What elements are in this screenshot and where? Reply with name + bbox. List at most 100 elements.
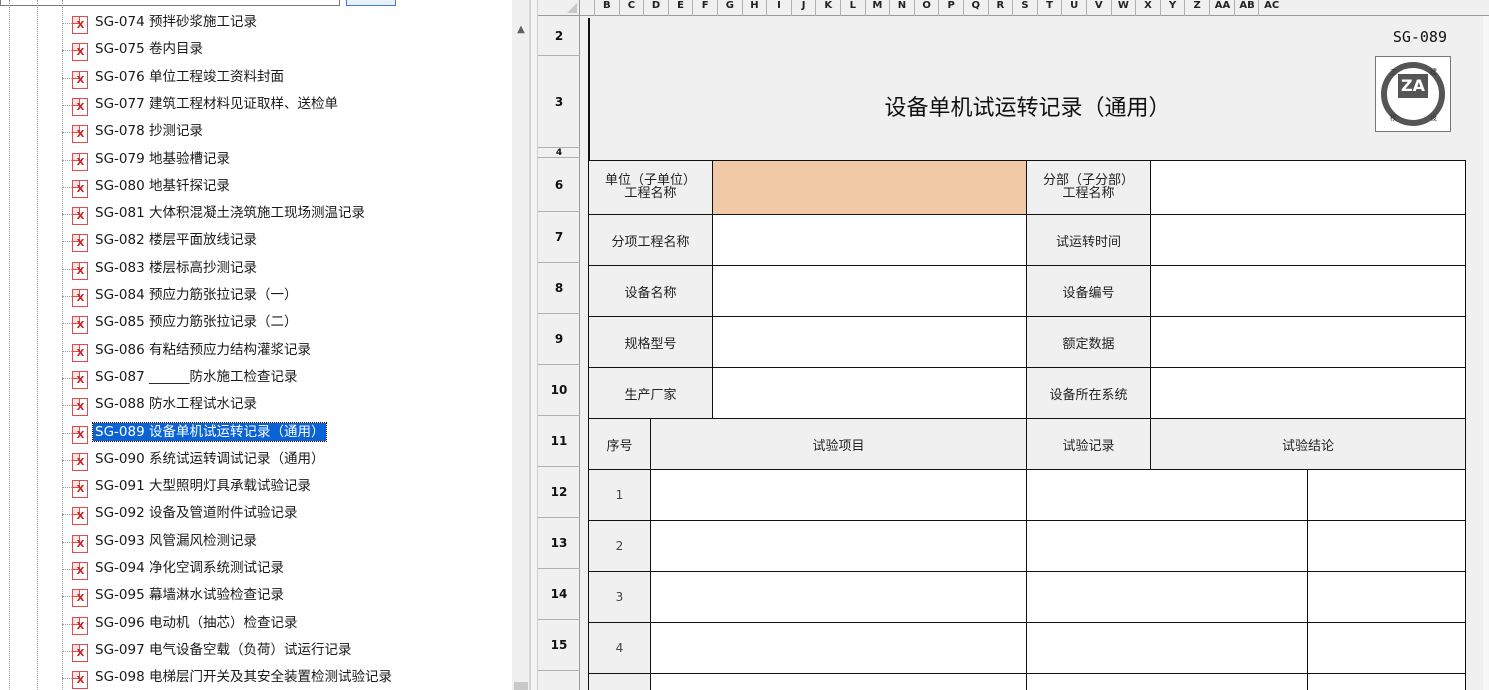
column-header-n[interactable]: N [889,0,914,16]
column-header-c[interactable]: C [618,0,644,16]
column-header-ab[interactable]: AB [1233,0,1260,16]
column-header-e[interactable]: E [667,0,693,16]
tree-item-sg-089[interactable]: X SG-089 设备单机试运转记录（通用） [62,420,512,447]
tree-item-sg-079[interactable]: X SG-079 地基验槽记录 [62,147,512,174]
column-header-z[interactable]: Z [1184,0,1209,16]
column-header-l[interactable]: L [840,0,865,16]
tree-item-sg-075[interactable]: X SG-075 卷内目录 [62,37,512,64]
tree-item-sg-076[interactable]: X SG-076 单位工程竣工资料封面 [62,65,512,92]
tree-item-sg-083[interactable]: X SG-083 楼层标高抄测记录 [62,256,512,283]
tree-item-sg-080[interactable]: X SG-080 地基钎探记录 [62,174,512,201]
tree-item-sg-095[interactable]: X SG-095 幕墙淋水试验检查记录 [62,583,512,610]
column-header-s[interactable]: S [1012,0,1037,16]
test-conclusion-cell[interactable] [1307,520,1466,572]
tree-item-sg-084[interactable]: X SG-084 预应力筋张拉记录（一） [62,283,512,310]
test-item-cell[interactable] [650,673,1027,690]
column-header-x[interactable]: X [1135,0,1160,16]
tree-item-sg-091[interactable]: X SG-091 大型照明灯具承载试验记录 [62,474,512,501]
column-header-r[interactable]: R [987,0,1013,16]
file-tree-pane[interactable]: X SG-074 预拌砂浆施工记录 X SG-075 卷内目录 X SG-076 单位工程… [0,0,530,690]
column-header-y[interactable]: Y [1159,0,1185,16]
row-header-15[interactable]: 15 [538,620,580,671]
test-item-cell[interactable] [650,469,1027,521]
tree-item-sg-094[interactable]: X SG-094 净化空调系统测试记录 [62,556,512,583]
tree-item-sg-082[interactable]: X SG-082 楼层平面放线记录 [62,228,512,255]
row-header-2[interactable]: 2 [538,16,580,56]
tree-scrollbar[interactable]: ▲ [512,0,529,690]
test-conclusion-cell[interactable] [1307,622,1466,674]
tree-item-sg-090[interactable]: X SG-090 系统试运转调试记录（通用） [62,447,512,474]
unit-name-cell[interactable] [712,160,1027,215]
row-header-7[interactable]: 7 [538,212,580,263]
tree-item-sg-074[interactable]: X SG-074 预拌砂浆施工记录 [62,10,512,37]
row-header-12[interactable]: 12 [538,467,580,518]
column-header-aa[interactable]: AA [1209,0,1235,16]
column-header-w[interactable]: W [1110,0,1136,16]
tree-item-sg-098[interactable]: X SG-098 电梯层门开关及其安全装置检测试验记录 [62,665,512,690]
scroll-up-arrow-icon[interactable]: ▲ [512,22,529,38]
tree-scroll-thumb[interactable] [514,682,528,690]
test-conclusion-cell[interactable] [1307,571,1466,623]
column-header-i[interactable]: I [766,0,791,16]
test-record-cell[interactable] [1026,520,1308,572]
row-header-next[interactable] [538,671,580,690]
tree-item-sg-087[interactable]: X SG-087 ______防水施工检查记录 [62,365,512,392]
row-header-3[interactable]: 3 [538,56,580,148]
column-header-u[interactable]: U [1061,0,1086,16]
row-header-9[interactable]: 9 [538,314,580,365]
sheet-grid[interactable]: SG-089 设备单机试运转记录（通用） ZA 工 建 校 设 单位（子单位）工… [580,16,1489,690]
column-header-b[interactable]: B [594,0,619,16]
column-header-h[interactable]: H [741,0,767,16]
row-header-6[interactable]: 6 [538,158,580,212]
column-header-d[interactable]: D [643,0,668,16]
row-header-8[interactable]: 8 [538,263,580,314]
column-header-q[interactable]: Q [963,0,988,16]
test-record-cell[interactable] [1026,469,1308,521]
test-record-cell[interactable] [1026,571,1308,623]
section-name-cell[interactable] [1150,160,1466,215]
test-record-cell[interactable] [1026,622,1308,674]
tree-item-sg-086[interactable]: X SG-086 有粘结预应力结构灌浆记录 [62,338,512,365]
test-conclusion-cell[interactable] [1307,469,1466,521]
row-header-10[interactable]: 10 [538,365,580,416]
test-item-cell[interactable] [650,571,1027,623]
test-item-cell[interactable] [650,520,1027,572]
column-header-ac[interactable]: AC [1258,0,1284,16]
column-header-j[interactable]: J [790,0,816,16]
test-record-cell[interactable] [1026,673,1308,690]
column-header-t[interactable]: T [1036,0,1062,16]
maker-cell[interactable] [712,367,1027,419]
device-name-cell[interactable] [712,265,1027,317]
tree-item-sg-085[interactable]: X SG-085 预应力筋张拉记录（二） [62,310,512,337]
select-all-corner[interactable] [538,0,580,16]
spec-cell[interactable] [712,316,1027,368]
column-header-p[interactable]: P [938,0,963,16]
pane-splitter[interactable] [530,0,538,690]
column-header-g[interactable]: G [717,0,742,16]
column-header-v[interactable]: V [1086,0,1111,16]
device-no-cell[interactable] [1150,265,1466,317]
tree-filter-field[interactable] [0,0,340,6]
system-cell[interactable] [1150,367,1466,419]
tree-item-sg-077[interactable]: X SG-077 建筑工程材料见证取样、送检单 [62,92,512,119]
row-header-4[interactable]: 4 [538,148,580,158]
run-time-cell[interactable] [1150,214,1466,266]
sub-item-cell[interactable] [712,214,1027,266]
tree-item-sg-092[interactable]: X SG-092 设备及管道附件试验记录 [62,501,512,528]
tree-item-sg-088[interactable]: X SG-088 防水工程试水记录 [62,392,512,419]
sheet-scrollbar[interactable] [1483,16,1489,690]
column-header-f[interactable]: F [692,0,717,16]
row-header-14[interactable]: 14 [538,569,580,620]
column-header-k[interactable]: K [815,0,840,16]
row-header-13[interactable]: 13 [538,518,580,569]
spreadsheet-view[interactable]: B C D E F G H I J K L M N O P Q R S T U V W X Y Z AA AB AC 23467891… [538,0,1489,690]
tree-item-sg-096[interactable]: X SG-096 电动机（抽芯）检查记录 [62,611,512,638]
rated-data-cell[interactable] [1150,316,1466,368]
row-header-11[interactable]: 11 [538,416,580,467]
column-header-m[interactable]: M [864,0,890,16]
tree-item-sg-081[interactable]: X SG-081 大体积混凝土浇筑施工现场测温记录 [62,201,512,228]
tree-filter-button[interactable] [346,0,396,6]
tree-item-sg-093[interactable]: X SG-093 风管漏风检测记录 [62,529,512,556]
test-conclusion-cell[interactable] [1307,673,1466,690]
tree-item-sg-078[interactable]: X SG-078 抄测记录 [62,119,512,146]
